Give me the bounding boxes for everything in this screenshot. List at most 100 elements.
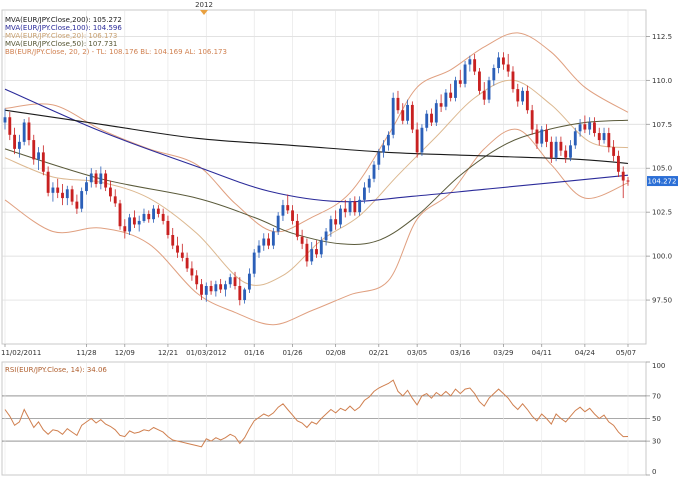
candle-body: [430, 113, 433, 123]
candle-body: [243, 289, 247, 301]
candle-body: [602, 133, 606, 141]
candle-body: [454, 80, 457, 98]
candle-body: [185, 257, 189, 269]
candle-body: [147, 213, 151, 220]
candle-body: [315, 249, 318, 255]
candle-body: [545, 129, 548, 142]
date-tick-label: 11/02/2011: [1, 349, 41, 357]
legend-ma50: MVA(EUR/JPY.Close,50): 107.731: [5, 40, 117, 48]
candle-body: [588, 122, 592, 130]
candle-body: [13, 134, 17, 149]
date-tick-label: 02/08: [326, 349, 346, 357]
date-tick-label: 04/24: [575, 349, 596, 357]
candle-body: [573, 131, 577, 146]
candle-body: [291, 210, 294, 221]
candle-body: [401, 110, 405, 121]
candle-body: [41, 152, 45, 172]
candle-body: [530, 110, 534, 130]
candle-body: [506, 64, 510, 72]
candle-body: [137, 220, 141, 225]
candle-body: [214, 284, 218, 292]
candle-body: [511, 71, 515, 90]
price-tick-label: 100.0: [652, 253, 672, 261]
legend-ma20: MVA(EUR/JPY.Close,20): 106.173: [5, 32, 117, 40]
candle: [80, 187, 84, 213]
candle-body: [621, 171, 625, 181]
rsi-tick-label: 50: [652, 415, 661, 423]
candle: [252, 249, 256, 278]
candle-body: [209, 285, 213, 292]
candle-body: [492, 68, 496, 81]
candle-body: [540, 129, 544, 144]
candle-body: [22, 122, 26, 142]
candle-body: [348, 201, 352, 213]
candle-body: [406, 104, 409, 121]
candle-body: [61, 192, 64, 199]
candle-body: [305, 243, 309, 262]
candle-body: [310, 249, 314, 262]
candle-body: [171, 235, 175, 246]
candle-body: [190, 268, 194, 276]
candle-body: [286, 205, 290, 211]
rsi-tick-label: 70: [652, 392, 661, 400]
candle-body: [343, 208, 347, 213]
date-tick-label: 02/21: [369, 349, 389, 357]
candle-body: [89, 173, 93, 183]
price-tick-label: 107.5: [652, 121, 672, 129]
candle: [463, 60, 467, 88]
legend-bollinger: BB(EUR/JPY.Close, 20, 2) - TL: 108.176 B…: [5, 48, 227, 56]
candle-body: [247, 273, 251, 290]
candle-body: [521, 90, 524, 102]
candle-body: [559, 141, 563, 151]
candle-body: [252, 252, 256, 274]
candle: [410, 101, 414, 134]
candle-body: [549, 141, 553, 158]
candle-body: [324, 231, 328, 241]
candle-body: [51, 187, 55, 193]
candle-body: [295, 220, 299, 237]
candle-body: [482, 90, 486, 100]
candle-body: [616, 155, 620, 172]
candle-body: [281, 205, 285, 216]
candle-body: [319, 240, 323, 255]
candle-body: [238, 285, 242, 301]
candle-body: [204, 285, 208, 295]
candle-body: [458, 80, 462, 84]
candle-body: [415, 129, 419, 153]
candle-body: [439, 103, 443, 107]
candle-body: [583, 124, 587, 130]
candle-body: [377, 152, 381, 165]
candle-body: [27, 122, 31, 141]
last-price-badge: 104.272: [647, 176, 678, 187]
date-tick-label: 12/21: [158, 349, 178, 357]
date-tick-label: 03/16: [450, 349, 471, 357]
candle-body: [195, 275, 199, 285]
date-tick-label: 01/03/2012: [186, 349, 226, 357]
chart-root: 97.50 100.0 102.5 105.0 107.5 110.0 112.5 2012…: [0, 0, 680, 477]
candle-body: [276, 215, 280, 232]
candle-body: [132, 217, 136, 225]
candle-body: [362, 187, 366, 200]
candle-body: [32, 140, 36, 160]
candle-body: [176, 245, 179, 253]
candle-body: [128, 217, 132, 232]
candle: [391, 92, 395, 139]
candle-body: [478, 71, 481, 91]
candle-body: [46, 171, 50, 193]
candle-body: [233, 277, 237, 286]
last-price-badge-text: 104.272: [648, 178, 677, 186]
candle-body: [339, 208, 342, 225]
candle-body: [142, 213, 146, 221]
candle-body: [358, 199, 362, 213]
candle-body: [166, 220, 170, 236]
candle-body: [109, 187, 112, 197]
candle: [434, 99, 438, 127]
candle-body: [612, 147, 616, 156]
candle-body: [224, 284, 227, 290]
candle-body: [372, 164, 376, 179]
candle-body: [219, 284, 223, 290]
candle: [22, 118, 26, 146]
year-marker-label: 2012: [195, 1, 213, 9]
candle-body: [525, 90, 529, 111]
candle-body: [607, 133, 611, 148]
